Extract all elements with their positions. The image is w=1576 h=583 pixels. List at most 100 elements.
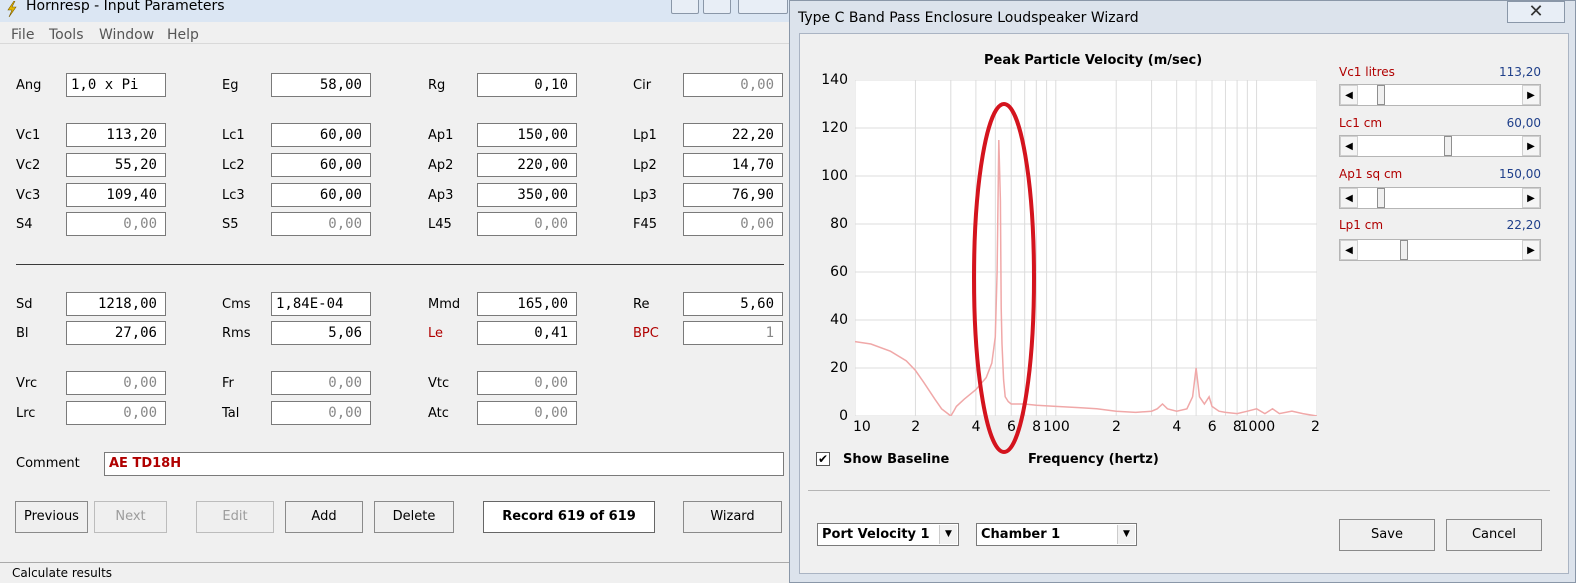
param-field-s5[interactable]: 0,00 (271, 212, 371, 236)
param-label: Vc1 (16, 128, 41, 143)
param-field-s4[interactable]: 0,00 (66, 212, 166, 236)
param-label: Le (428, 326, 444, 341)
param-field-f45[interactable]: 0,00 (683, 212, 783, 236)
wizard-button[interactable]: Wizard (683, 501, 782, 533)
param-field-cir[interactable]: 0,00 (683, 73, 783, 97)
param-field-lc3[interactable]: 60,00 (271, 183, 371, 207)
menu-tools[interactable]: Tools (49, 27, 84, 43)
scroll-right-icon[interactable]: ▶ (1522, 136, 1540, 156)
slider-value-lp1: 22,20 (1506, 218, 1541, 232)
y-tick-label: 80 (830, 216, 848, 232)
param-field-ap3[interactable]: 350,00 (477, 183, 577, 207)
x-tick-label: 1000 (1239, 419, 1276, 435)
x-tick-label: 2 (1111, 419, 1121, 435)
scroll-left-icon[interactable]: ◀ (1340, 136, 1358, 156)
slider-thumb[interactable] (1400, 240, 1409, 260)
wizard-close-button[interactable]: ✕ (1507, 1, 1565, 23)
chamber-select[interactable]: Chamber 1 ▼ (976, 523, 1137, 546)
param-field-tal[interactable]: 0,00 (271, 401, 371, 425)
param-field-re[interactable]: 5,60 (683, 292, 783, 316)
y-tick-label: 100 (821, 168, 848, 184)
menu-help[interactable]: Help (167, 27, 199, 43)
param-label: Ang (16, 78, 42, 93)
scroll-right-icon[interactable]: ▶ (1522, 240, 1540, 260)
status-bar: Calculate results (0, 562, 800, 583)
scroll-right-icon[interactable]: ▶ (1522, 188, 1540, 208)
param-field-le[interactable]: 0,41 (477, 321, 577, 345)
edit-button[interactable]: Edit (196, 501, 274, 533)
menu-file[interactable]: File (11, 27, 34, 43)
y-tick-label: 140 (821, 72, 848, 88)
chart-title: Peak Particle Velocity (m/sec) (984, 53, 1203, 68)
param-field-vtc[interactable]: 0,00 (477, 371, 577, 395)
param-label: Cir (633, 78, 652, 93)
param-label: Rg (428, 78, 446, 93)
param-field-eg[interactable]: 58,00 (271, 73, 371, 97)
scroll-left-icon[interactable]: ◀ (1340, 85, 1358, 105)
next-button[interactable]: Next (94, 501, 167, 533)
wizard-title: Type C Band Pass Enclosure Loudspeaker W… (798, 10, 1139, 26)
chevron-down-icon[interactable]: ▼ (939, 525, 957, 544)
param-field-vc3[interactable]: 109,40 (66, 183, 166, 207)
param-field-vrc[interactable]: 0,00 (66, 371, 166, 395)
delete-button[interactable]: Delete (374, 501, 454, 533)
scroll-left-icon[interactable]: ◀ (1340, 240, 1358, 260)
chevron-down-icon[interactable]: ▼ (1117, 525, 1135, 544)
param-label: BPC (633, 326, 659, 341)
slider-ap1[interactable]: ◀ ▶ (1339, 187, 1541, 209)
param-field-lc1[interactable]: 60,00 (271, 123, 371, 147)
param-field-bpc[interactable]: 1 (683, 321, 783, 345)
close-button[interactable] (738, 0, 788, 14)
slider-thumb[interactable] (1376, 85, 1385, 105)
param-field-ap2[interactable]: 220,00 (477, 153, 577, 177)
previous-button[interactable]: Previous (15, 501, 88, 533)
minimize-button[interactable] (671, 0, 699, 14)
param-field-rms[interactable]: 5,06 (271, 321, 371, 345)
param-field-sd[interactable]: 1218,00 (66, 292, 166, 316)
menu-window[interactable]: Window (99, 27, 154, 43)
x-tick-label: 100 (1043, 419, 1070, 435)
slider-thumb[interactable] (1376, 188, 1385, 208)
param-field-lc2[interactable]: 60,00 (271, 153, 371, 177)
param-label: Vc3 (16, 188, 41, 203)
param-label: Bl (16, 326, 29, 341)
param-field-l45[interactable]: 0,00 (477, 212, 577, 236)
param-field-rg[interactable]: 0,10 (477, 73, 577, 97)
slider-thumb[interactable] (1443, 136, 1452, 156)
param-field-lp2[interactable]: 14,70 (683, 153, 783, 177)
input-parameters-window: Hornresp - Input Parameters File Tools W… (0, 0, 800, 583)
y-tick-label: 60 (830, 264, 848, 280)
param-field-lp1[interactable]: 22,20 (683, 123, 783, 147)
param-field-ang[interactable]: 1,0 x Pi (66, 73, 166, 97)
slider-label-lp1: Lp1 cm (1339, 218, 1384, 232)
add-button[interactable]: Add (285, 501, 363, 533)
show-baseline-checkbox[interactable]: ✔ (816, 452, 830, 466)
param-field-lrc[interactable]: 0,00 (66, 401, 166, 425)
maximize-button[interactable] (703, 0, 731, 14)
param-field-vc1[interactable]: 113,20 (66, 123, 166, 147)
param-field-fr[interactable]: 0,00 (271, 371, 371, 395)
x-tick-label: 2 (1311, 419, 1320, 435)
param-field-mmd[interactable]: 165,00 (477, 292, 577, 316)
param-field-atc[interactable]: 0,00 (477, 401, 577, 425)
y-tick-label: 20 (830, 360, 848, 376)
save-button[interactable]: Save (1339, 519, 1435, 551)
param-field-cms[interactable]: 1,84E-04 (271, 292, 371, 316)
cancel-button[interactable]: Cancel (1446, 519, 1542, 551)
scroll-right-icon[interactable]: ▶ (1522, 85, 1540, 105)
velocity-select[interactable]: Port Velocity 1 ▼ (817, 523, 959, 546)
slider-lp1[interactable]: ◀ ▶ (1339, 239, 1541, 261)
y-tick-label: 120 (821, 120, 848, 136)
param-field-lp3[interactable]: 76,90 (683, 183, 783, 207)
slider-value-lc1: 60,00 (1506, 116, 1541, 130)
slider-lc1[interactable]: ◀ ▶ (1339, 135, 1541, 157)
param-field-vc2[interactable]: 55,20 (66, 153, 166, 177)
slider-vc1[interactable]: ◀ ▶ (1339, 84, 1541, 106)
param-label: Lp2 (633, 158, 657, 173)
scroll-left-icon[interactable]: ◀ (1340, 188, 1358, 208)
param-label: S5 (222, 217, 239, 232)
slider-label-lc1: Lc1 cm (1339, 116, 1383, 130)
param-field-bl[interactable]: 27,06 (66, 321, 166, 345)
param-field-ap1[interactable]: 150,00 (477, 123, 577, 147)
comment-field[interactable]: AE TD18H (104, 452, 784, 476)
